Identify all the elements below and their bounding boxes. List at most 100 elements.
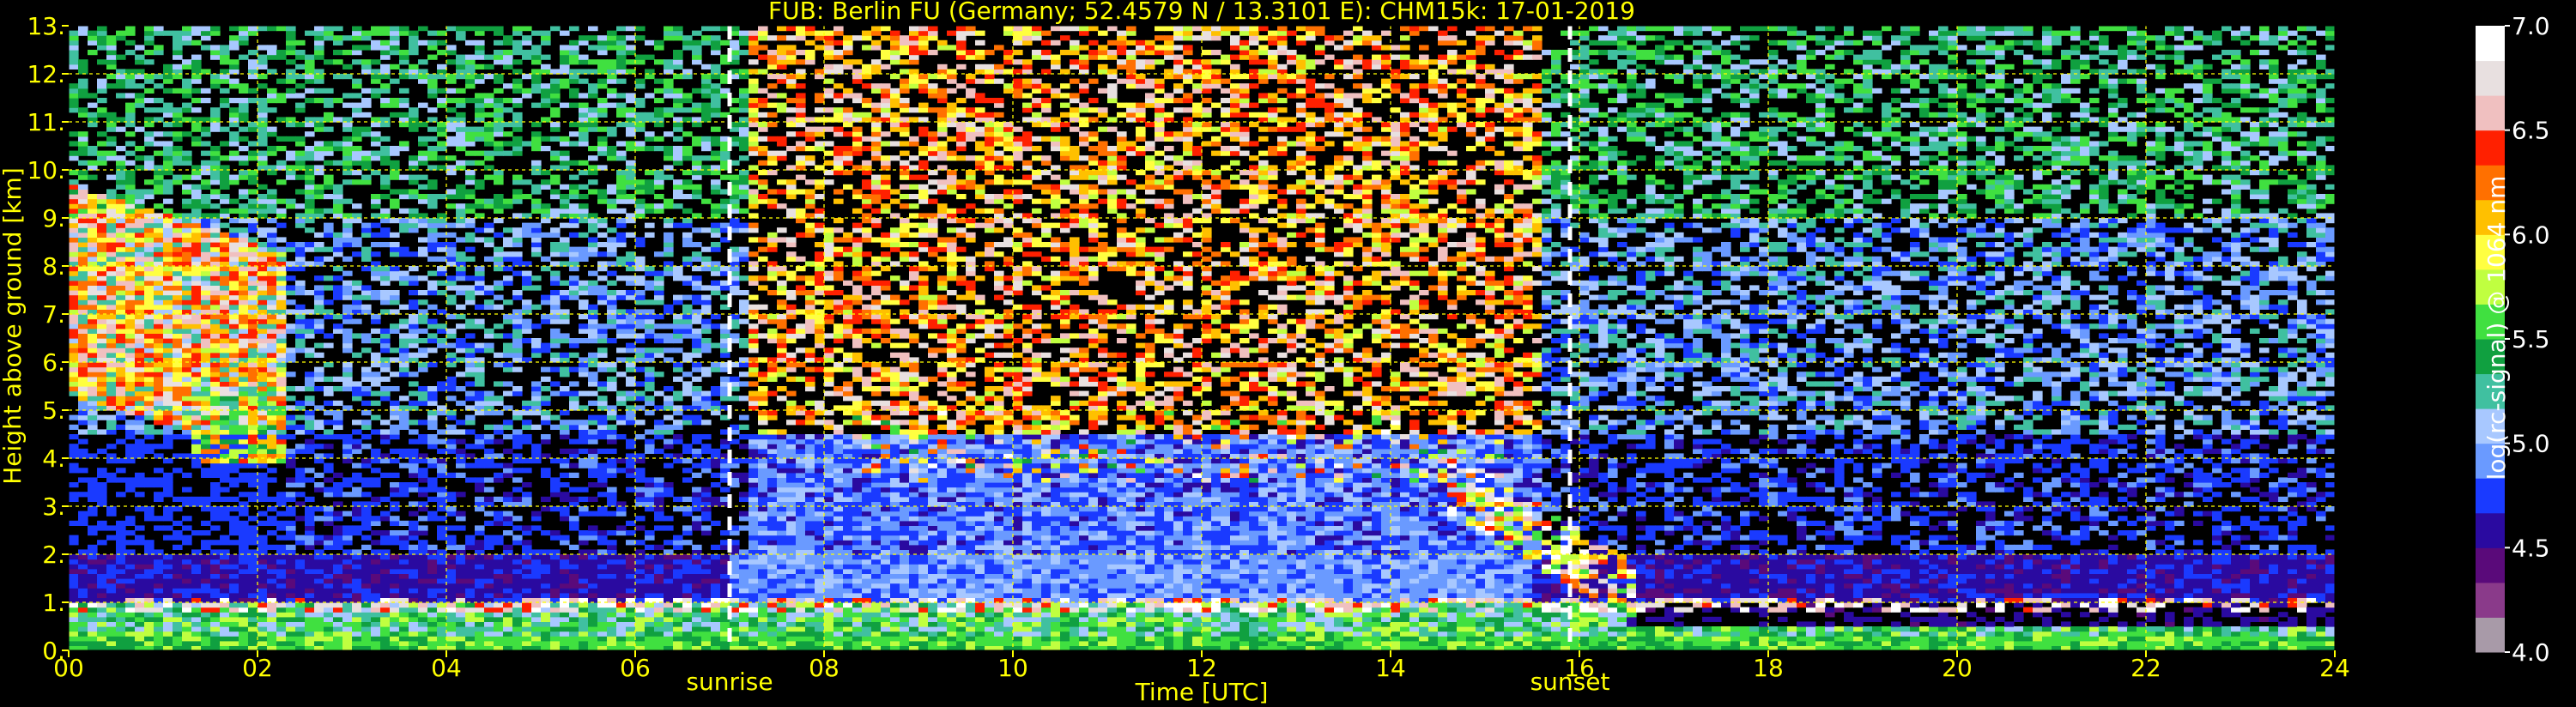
heat-cell [569,343,579,348]
heat-cell [97,391,107,396]
heat-cell [437,449,447,454]
heat-cell [248,617,258,622]
heat-cell [560,31,570,36]
heat-cell [503,40,513,45]
heat-cell [437,257,447,262]
heat-cell [248,626,258,631]
heat-cell [116,477,126,482]
heat-cell [361,155,372,160]
heat-cell [361,506,372,511]
heat-cell [352,511,362,517]
heat-cell [229,237,239,242]
heat-cell [446,233,457,238]
heat-cell [144,578,155,583]
heat-cell [163,386,173,391]
heat-cell [69,155,79,160]
heat-cell [125,429,136,434]
heat-cell [541,588,551,593]
heat-cell [163,425,173,430]
heat-cell [352,237,362,242]
heat-cell [456,194,466,199]
heat-cell [173,593,183,598]
heat-cell [220,74,230,79]
heat-cell [342,233,353,238]
heat-cell [465,444,476,449]
heat-cell [597,559,608,565]
heat-cell [267,497,277,502]
heat-cell [163,372,173,377]
heat-cell [418,347,428,353]
heat-cell [144,425,155,430]
heat-cell [597,251,608,257]
heat-cell [154,314,164,319]
heat-cell [314,98,324,103]
heat-cell [78,573,88,578]
heat-cell [550,338,561,343]
heat-cell [69,237,79,242]
heat-cell [276,299,287,305]
heat-cell [475,434,485,439]
heat-cell [154,588,164,593]
heat-cell [267,329,277,334]
heat-cell [163,218,173,223]
heat-cell [295,64,306,69]
heat-cell [597,607,608,613]
heat-cell [258,160,268,166]
heat-cell [135,425,145,430]
heat-cell [569,617,579,622]
heat-cell [97,299,107,305]
heat-cell [286,564,296,569]
heat-cell [267,420,277,425]
heat-cell [352,439,362,444]
heat-cell [97,131,107,136]
heat-cell [229,367,239,372]
heat-cell [390,636,400,641]
heat-cell [569,381,579,386]
heat-cell [541,569,551,574]
heat-cell [173,299,183,305]
heat-cell [437,458,447,463]
heat-cell [248,242,258,247]
heat-cell [512,367,523,372]
heat-cell [295,607,306,613]
heat-cell [550,98,561,103]
heat-cell [579,391,589,396]
heat-cell [531,564,542,569]
heat-cell [484,26,494,31]
heat-cell [494,631,504,637]
heat-cell [560,463,570,468]
heat-cell [125,425,136,430]
heat-cell [475,482,485,487]
heat-cell [191,429,202,434]
heat-cell [342,257,353,262]
heat-cell [88,299,98,305]
heat-cell [550,175,561,180]
heat-cell [69,444,79,449]
heat-cell [154,251,164,257]
heat-cell [579,40,589,45]
heat-cell [550,122,561,127]
heat-cell [116,631,126,637]
heat-cell [569,602,579,607]
heat-cell [342,160,353,166]
heat-cell [427,93,438,98]
heat-cell [503,237,513,242]
heat-cell [484,305,494,310]
heat-cell [229,463,239,468]
heat-cell [512,415,523,420]
heat-cell [239,449,249,454]
heat-cell [361,305,372,310]
heat-cell [239,31,249,36]
heat-cell [314,621,324,626]
heat-cell [456,621,466,626]
heat-cell [286,386,296,391]
heat-cell [220,233,230,238]
heat-cell [305,449,315,454]
heat-cell [597,578,608,583]
heat-cell [106,372,117,377]
heat-cell [88,271,98,276]
heat-cell [333,621,343,626]
heat-cell [220,439,230,444]
heat-cell [550,578,561,583]
heat-cell [305,477,315,482]
